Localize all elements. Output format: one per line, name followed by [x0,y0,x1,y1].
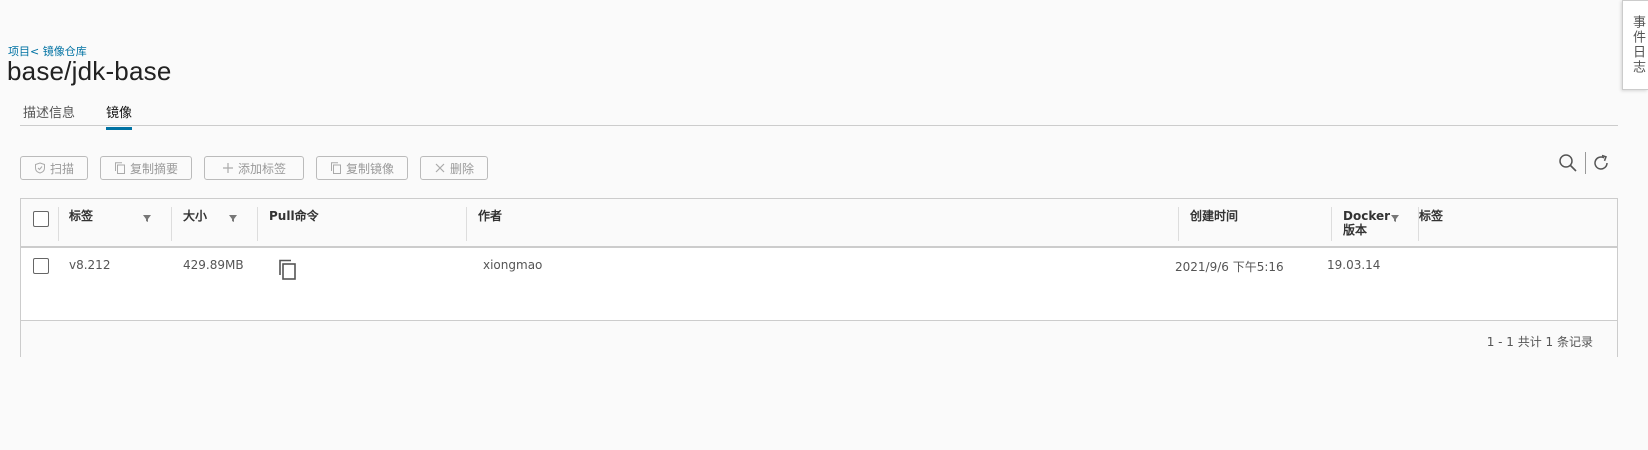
column-header-pull-command: Pull命令 [269,209,319,223]
delete-label: 删除 [449,161,474,176]
row-checkbox[interactable] [33,258,49,274]
column-header-created-time[interactable]: 创建时间 [1190,209,1238,223]
filter-icon[interactable] [141,212,153,224]
plus-icon [222,163,233,173]
docker-version-line1: Docker [1343,209,1391,223]
cell-docker-version: 19.03.14 [1327,258,1381,272]
copy-image-label: 复制镜像 [345,161,394,176]
column-header-labels: 标签 [1419,209,1444,223]
event-log-label: 事件日志 [1630,15,1645,75]
refresh-icon[interactable] [1591,153,1611,173]
toolbar-divider [1585,152,1586,174]
table-row: v8.212 429.89MB xiongmao 2021/9/6 下午5:16… [21,248,1617,321]
copy-icon [330,162,341,174]
docker-version-line2: 版本 [1343,223,1368,237]
column-separator [171,207,172,241]
image-tags-table: 标签 大小 Pull命令 作者 创建时间 Docker 版本 标签 v8.212… [20,198,1618,357]
close-icon [435,163,445,173]
filter-icon[interactable] [227,212,239,224]
copy-digest-label: 复制摘要 [129,161,178,176]
copy-digest-button[interactable]: 复制摘要 [100,156,192,180]
column-separator [1331,207,1332,241]
copy-image-button[interactable]: 复制镜像 [316,156,408,180]
column-header-tag[interactable]: 标签 [69,209,93,223]
column-separator [466,207,467,241]
table-header: 标签 大小 Pull命令 作者 创建时间 Docker 版本 标签 [21,199,1617,248]
tab-bar: 描述信息 镜像 [20,96,1618,130]
tab-description[interactable]: 描述信息 [23,102,75,127]
column-separator [1178,207,1179,241]
column-separator [58,207,59,241]
delete-button[interactable]: 删除 [420,156,488,180]
add-tag-button[interactable]: 添加标签 [204,156,304,180]
column-header-author[interactable]: 作者 [478,209,502,223]
pagination-summary: 1 - 1 共计 1 条记录 [1486,335,1593,349]
copy-pull-command-icon[interactable] [277,258,299,282]
filter-icon[interactable] [1389,212,1401,224]
column-separator [257,207,258,241]
cell-author: xiongmao [483,258,543,272]
cell-created-time: 2021/9/6 下午5:16 [1175,260,1284,274]
scan-label: 扫描 [49,161,74,176]
scan-button[interactable]: 扫描 [20,156,88,180]
copy-icon [114,162,125,174]
shield-icon [34,162,45,174]
add-tag-label: 添加标签 [237,161,286,176]
event-log-panel-toggle[interactable]: 事件日志 [1622,0,1648,90]
table-footer: 1 - 1 共计 1 条记录 [21,322,1617,357]
select-all-checkbox[interactable] [33,211,49,227]
cell-tag: v8.212 [69,258,111,272]
column-header-size[interactable]: 大小 [183,209,207,223]
column-header-docker-version[interactable]: Docker 版本 [1343,209,1390,237]
cell-size: 429.89MB [183,258,244,272]
page-title: base/jdk-base [7,56,172,86]
search-icon[interactable] [1558,153,1578,173]
tab-images[interactable]: 镜像 [106,102,133,130]
